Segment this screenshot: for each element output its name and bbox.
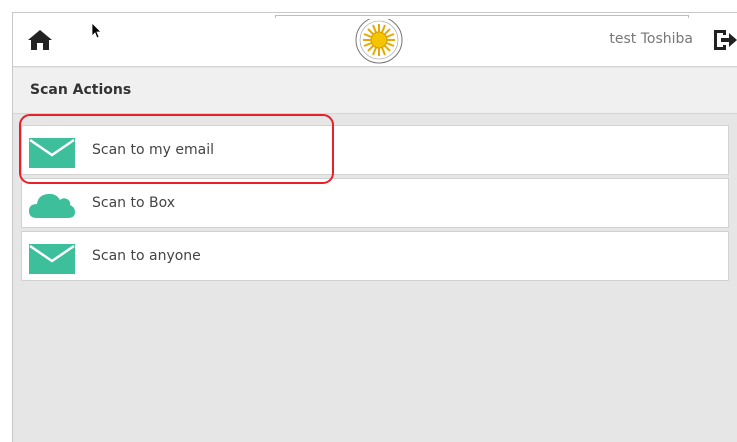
app-window: test Toshiba Scan Actions Scan to my ema…	[12, 12, 737, 442]
scan-to-my-email-button[interactable]: Scan to my email	[21, 125, 729, 175]
sun-seal-logo-icon	[354, 16, 404, 69]
scan-actions-list: Scan to my email Scan to Box Scan to any…	[21, 125, 737, 284]
top-bar: test Toshiba	[13, 13, 737, 67]
logout-icon[interactable]	[712, 27, 737, 53]
section-header: Scan Actions	[13, 68, 737, 114]
envelope-icon	[29, 138, 75, 168]
action-label: Scan to anyone	[92, 248, 201, 264]
action-label: Scan to my email	[92, 142, 214, 158]
cloud-icon	[29, 191, 75, 219]
action-label: Scan to Box	[92, 195, 176, 211]
page-title: Scan Actions	[30, 82, 132, 98]
user-name: test Toshiba	[609, 31, 693, 47]
envelope-icon	[29, 244, 75, 274]
top-divider	[275, 15, 689, 18]
scan-to-anyone-button[interactable]: Scan to anyone	[21, 231, 729, 281]
home-icon[interactable]	[27, 28, 53, 52]
scan-to-box-button[interactable]: Scan to Box	[21, 178, 729, 228]
